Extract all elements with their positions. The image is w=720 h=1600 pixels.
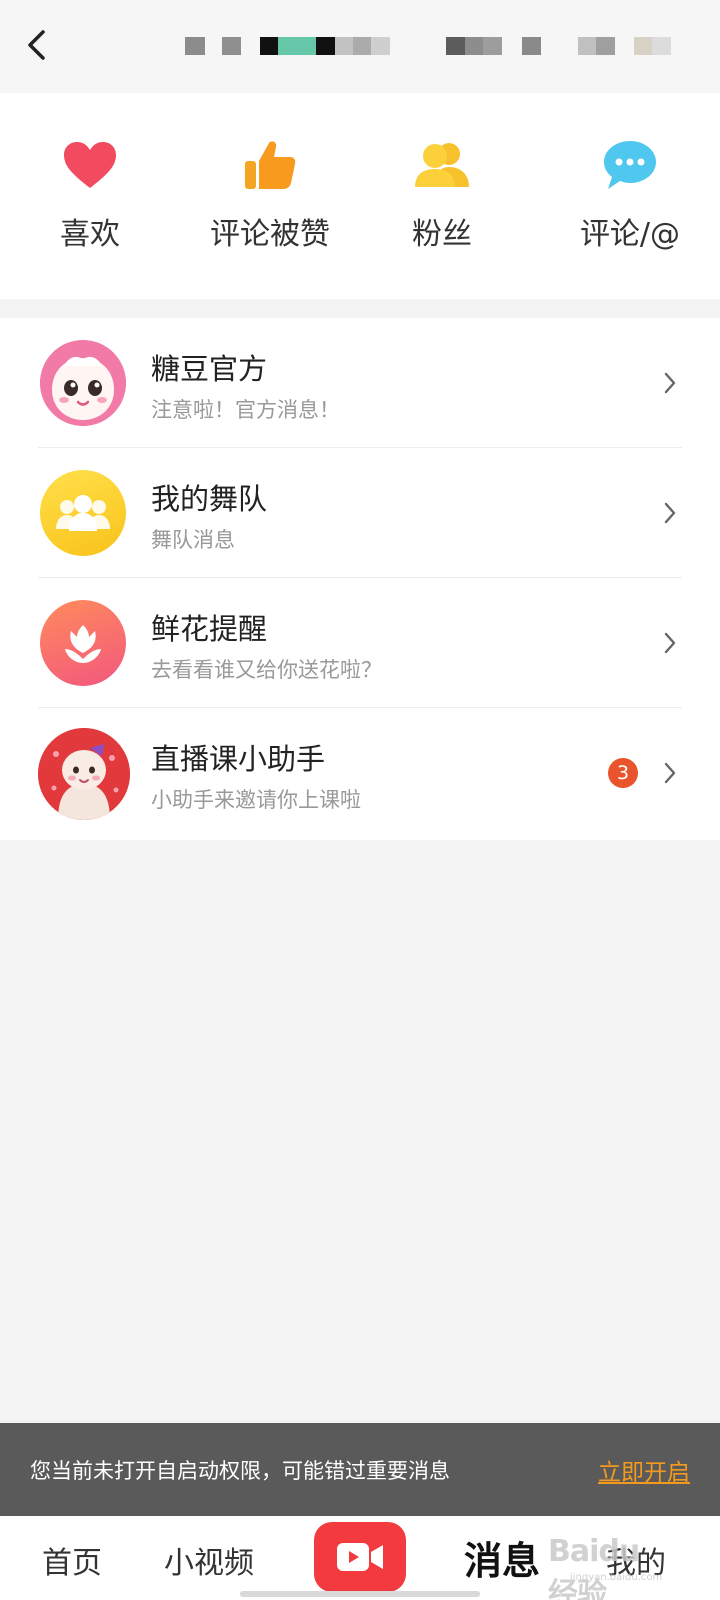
likes-shortcut[interactable]: 喜欢 (0, 133, 180, 263)
chevron-right-icon (660, 758, 680, 788)
item-title: 糖豆官方 (151, 352, 268, 386)
message-list: 糖豆官方 注意啦！官方消息！ 我的舞队 舞队消息 鲜花提醒 去看看谁又给你送花啦… (0, 318, 720, 840)
live-assistant-avatar (38, 728, 130, 820)
tab-home[interactable]: 首页 (42, 1538, 102, 1582)
chevron-right-icon (660, 628, 680, 658)
item-subtitle: 舞队消息 (151, 528, 235, 552)
fans-shortcut[interactable]: 粉丝 (352, 133, 532, 263)
list-item-official[interactable]: 糖豆官方 注意啦！官方消息！ (0, 318, 720, 448)
fans-label: 粉丝 (412, 217, 472, 252)
flower-icon (40, 600, 126, 686)
tab-short-video[interactable]: 小视频 (164, 1538, 254, 1582)
baidu-watermark: Baidu经验 jingyan.baidu.com (548, 1524, 662, 1600)
chevron-left-icon (28, 30, 45, 60)
item-title: 我的舞队 (151, 482, 268, 516)
item-title: 鲜花提醒 (151, 612, 268, 646)
fans-icon (410, 133, 474, 197)
likes-label: 喜欢 (60, 217, 120, 252)
video-camera-icon (337, 1543, 383, 1571)
comment-likes-shortcut[interactable]: 评论被赞 (180, 133, 360, 263)
comment-likes-label: 评论被赞 (210, 217, 330, 252)
permission-message: 您当前未打开自启动权限，可能错过重要消息 (30, 1459, 450, 1483)
home-indicator (240, 1591, 480, 1597)
item-title: 直播课小助手 (151, 742, 326, 776)
record-button[interactable] (314, 1522, 406, 1592)
thumbs-up-icon (238, 133, 302, 197)
chevron-right-icon (660, 368, 680, 398)
heart-icon (58, 133, 122, 197)
item-subtitle: 小助手来邀请你上课啦 (151, 788, 361, 812)
list-item-flower-reminder[interactable]: 鲜花提醒 去看看谁又给你送花啦？ (0, 578, 720, 708)
bottom-nav: 首页 小视频 消息 我的 Baidu经验 jingyan.baidu.com (0, 1516, 720, 1600)
unread-count-badge: 3 (608, 758, 638, 788)
chevron-right-icon (660, 498, 680, 528)
back-button[interactable] (20, 28, 54, 62)
comments-mentions-shortcut[interactable]: 评论/@ (540, 133, 720, 263)
item-subtitle: 注意啦！官方消息！ (151, 398, 340, 422)
tab-messages[interactable]: 消息 (464, 1530, 540, 1585)
item-subtitle: 去看看谁又给你送花啦？ (151, 658, 382, 682)
list-item-live-class-assistant[interactable]: 直播课小助手 小助手来邀请你上课啦 3 (0, 708, 720, 838)
quick-actions-panel: 喜欢 评论被赞 粉丝 评论/@ (0, 93, 720, 299)
header-bar (0, 0, 720, 93)
list-item-dance-team[interactable]: 我的舞队 舞队消息 (0, 448, 720, 578)
watermark-text: Baidu经验 (548, 1534, 640, 1600)
comment-bubble-icon (598, 133, 662, 197)
dance-team-icon (40, 470, 126, 556)
comments-mentions-label: 评论/@ (579, 217, 681, 252)
autostart-permission-banner: 您当前未打开自启动权限，可能错过重要消息 立即开启 (0, 1423, 720, 1516)
watermark-url: jingyan.baidu.com (570, 1572, 663, 1583)
tangdou-official-avatar (40, 340, 126, 426)
enable-now-link[interactable]: 立即开启 (598, 1453, 690, 1487)
